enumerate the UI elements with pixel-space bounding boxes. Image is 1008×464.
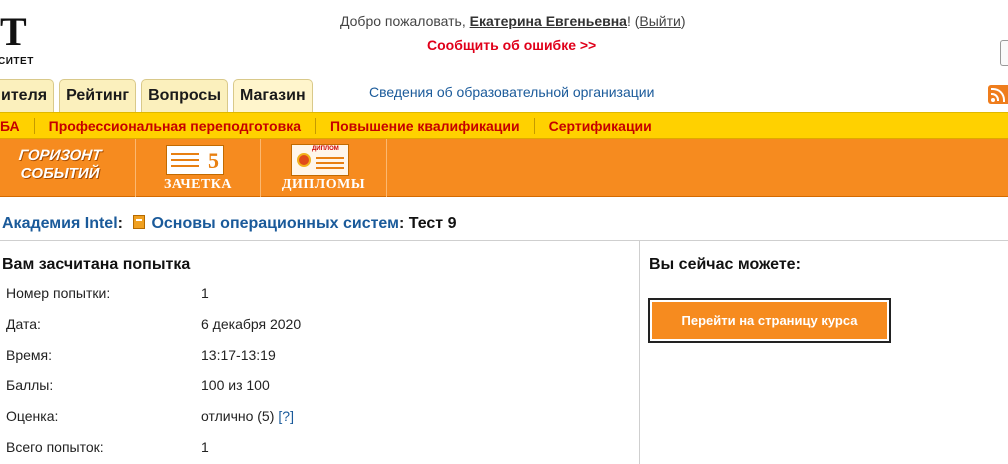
welcome-bang: ! ( bbox=[626, 13, 640, 29]
welcome-prefix: Добро пожаловать, bbox=[340, 13, 470, 29]
menu-item-qualification[interactable]: Повышение квалификации bbox=[316, 117, 535, 134]
rss-icon[interactable] bbox=[988, 85, 1008, 104]
menu-item-retraining[interactable]: Профессиональная переподготовка bbox=[35, 117, 317, 134]
zachetka-button[interactable]: 5 ЗАЧЕТКА bbox=[136, 139, 261, 197]
tab-shop[interactable]: Магазин bbox=[232, 79, 313, 113]
diplomas-button[interactable]: ДИПЛОМ ДИПЛОМЫ bbox=[261, 139, 387, 197]
diploma-icon: ДИПЛОМ bbox=[291, 144, 349, 176]
info-row-time: Время: 13:17-13:19 bbox=[6, 347, 276, 363]
gradebook-icon: 5 bbox=[166, 145, 224, 175]
tab-teachers[interactable]: ителя bbox=[0, 79, 55, 112]
site-logo[interactable]: T СИТЕТ bbox=[0, 12, 38, 72]
breadcrumb-current: Тест 9 bbox=[408, 215, 457, 232]
breadcrumb-course-link[interactable]: Основы операционных систем bbox=[151, 215, 399, 232]
info-row-score: Баллы: 100 из 100 bbox=[6, 377, 270, 393]
breadcrumb-row: Академия Intel: Основы операционных сист… bbox=[0, 197, 1008, 241]
breadcrumb-academy-link[interactable]: Академия Intel bbox=[2, 215, 118, 232]
user-name-link[interactable]: Екатерина Евгеньевна bbox=[470, 13, 627, 29]
attempt-title: Вам засчитана попытка bbox=[2, 256, 191, 273]
info-row-grade: Оценка: отлично (5) [?] bbox=[6, 408, 294, 424]
program-menu: БА Профессиональная переподготовка Повыш… bbox=[0, 112, 1008, 139]
info-row-attempt-number: Номер попытки: 1 bbox=[6, 285, 209, 301]
actions-title: Вы сейчас можете: bbox=[649, 256, 801, 273]
zachetka-label: ЗАЧЕТКА bbox=[163, 177, 233, 192]
attempt-panel: Вам засчитана попытка Номер попытки: 1 Д… bbox=[0, 241, 640, 464]
logout-link[interactable]: Выйти bbox=[639, 13, 680, 29]
tab-rating[interactable]: Рейтинг bbox=[59, 79, 137, 112]
main-tabs: ителя Рейтинг Вопросы Магазин bbox=[0, 79, 318, 113]
welcome-text: Добро пожаловать, Екатерина Евгеньевна! … bbox=[340, 13, 686, 29]
logo-letter: T bbox=[0, 9, 27, 54]
menu-item-certifications[interactable]: Сертификации bbox=[535, 118, 666, 134]
go-to-course-button[interactable]: Перейти на страницу курса bbox=[648, 298, 891, 343]
info-row-total-attempts: Всего попыток: 1 bbox=[6, 439, 209, 455]
welcome-close: ) bbox=[680, 13, 686, 29]
org-info-link[interactable]: Сведения об образовательной организации bbox=[369, 84, 654, 100]
grade-value: отлично (5) bbox=[201, 408, 275, 424]
grade-help-link[interactable]: [?] bbox=[278, 408, 294, 424]
horizon-events-button[interactable]: ГОРИЗОНТ СОБЫТИЙ bbox=[0, 139, 136, 197]
diplomas-label: ДИПЛОМЫ bbox=[281, 177, 366, 192]
tab-questions[interactable]: Вопросы bbox=[141, 79, 228, 112]
horizon-events-label: ГОРИЗОНТ СОБЫТИЙ bbox=[17, 147, 103, 182]
feature-menu: ГОРИЗОНТ СОБЫТИЙ 5 ЗАЧЕТКА ДИПЛОМ ДИПЛОМ… bbox=[0, 139, 1008, 197]
breadcrumb: Академия Intel: Основы операционных сист… bbox=[2, 215, 457, 232]
menu-item-ba[interactable]: БА bbox=[0, 117, 35, 134]
side-widget-edge[interactable] bbox=[1000, 40, 1008, 66]
logo-caption: СИТЕТ bbox=[0, 56, 34, 67]
report-error-link[interactable]: Сообщить об ошибке >> bbox=[427, 37, 596, 53]
course-book-icon bbox=[133, 215, 146, 229]
info-row-date: Дата: 6 декабря 2020 bbox=[6, 316, 302, 332]
actions-panel: Вы сейчас можете: Перейти на страницу ку… bbox=[641, 241, 1008, 464]
